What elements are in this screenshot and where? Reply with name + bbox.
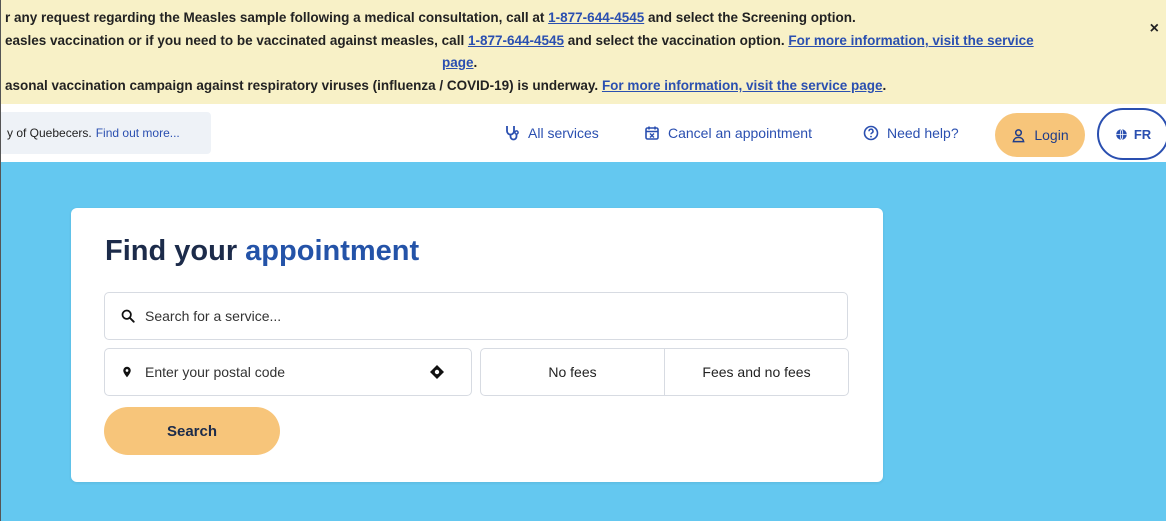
login-label: Login	[1034, 127, 1069, 143]
cancel-appointment-link[interactable]: Cancel an appointment	[644, 120, 812, 146]
need-help-link[interactable]: Need help?	[863, 120, 959, 146]
alert-text: and select the vaccination option.	[564, 33, 789, 48]
service-page-link[interactable]: page	[442, 55, 474, 70]
alert-text: and select the Screening option.	[644, 10, 856, 25]
calendar-x-icon	[645, 126, 659, 140]
locate-icon[interactable]	[429, 364, 445, 380]
globe-icon	[1116, 128, 1127, 140]
stethoscope-icon	[506, 126, 519, 141]
language-label: FR	[1133, 126, 1152, 142]
phone-link[interactable]: 1-877-644-4545	[548, 10, 644, 25]
alert-text: asonal vaccination campaign against resp…	[5, 78, 602, 93]
alert-line-measles-vaccination: easles vaccination or if you need to be …	[5, 33, 1034, 48]
phone-link[interactable]: 1-877-644-4545	[468, 33, 564, 48]
title-text: Find your	[105, 235, 246, 267]
fee-option-fees-and-no-fees[interactable]: Fees and no fees	[664, 349, 848, 395]
alert-text: easles vaccination or if you need to be …	[5, 33, 468, 48]
postal-placeholder: Enter your postal code	[145, 364, 286, 380]
all-services-link[interactable]: All services	[504, 120, 599, 146]
fees-filter-group: No fees Fees and no fees	[480, 348, 849, 396]
need-help-label: Need help?	[887, 125, 959, 141]
hero-section: Find your appointment Search for a servi…	[1, 162, 1166, 521]
find-out-more-link[interactable]: Find out more...	[96, 126, 180, 140]
all-services-label: All services	[528, 125, 599, 141]
alert-line-measles-vaccination-cont: page.	[442, 55, 477, 70]
top-navigation: y of Quebecers. Find out more... All ser…	[1, 104, 1166, 162]
search-placeholder: Search for a service...	[145, 308, 282, 324]
promo-text: y of Quebecers.	[7, 126, 92, 140]
alert-text: .	[473, 55, 478, 70]
alert-text: r any request regarding the Measles samp…	[5, 10, 549, 25]
alert-close-button[interactable]: ×	[1150, 20, 1159, 38]
service-search-input[interactable]: Search for a service...	[104, 292, 848, 340]
map-pin-icon	[123, 366, 131, 378]
title-accent-text: appointment	[245, 235, 420, 267]
alert-line-seasonal-campaign: asonal vaccination campaign against resp…	[5, 78, 886, 93]
search-icon	[121, 309, 135, 323]
login-button[interactable]: Login	[995, 113, 1085, 157]
search-button[interactable]: Search	[104, 407, 280, 455]
page-title: Find your appointment	[105, 235, 419, 268]
user-icon	[1012, 128, 1025, 142]
alert-text: .	[882, 78, 887, 93]
alert-line-measles-sample: r any request regarding the Measles samp…	[5, 10, 856, 25]
help-circle-icon	[863, 125, 879, 141]
postal-code-input[interactable]: Enter your postal code	[104, 348, 472, 396]
promo-banner: y of Quebecers. Find out more...	[1, 112, 211, 154]
alert-banner: r any request regarding the Measles samp…	[1, 0, 1166, 104]
service-page-link[interactable]: For more information, visit the service …	[602, 78, 883, 93]
cancel-appointment-label: Cancel an appointment	[668, 125, 812, 141]
language-toggle-button[interactable]: FR	[1097, 108, 1166, 160]
service-page-link[interactable]: For more information, visit the service	[788, 33, 1033, 48]
fee-option-no-fees[interactable]: No fees	[481, 349, 664, 395]
appointment-search-card: Find your appointment Search for a servi…	[71, 208, 883, 482]
